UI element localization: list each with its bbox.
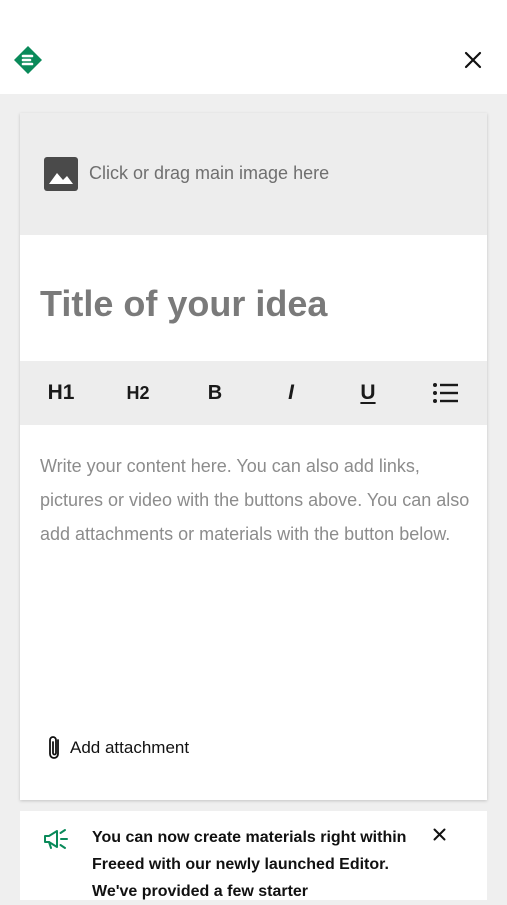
underline-button[interactable]: U (353, 361, 383, 425)
title-input[interactable]: Title of your idea (40, 283, 327, 325)
close-icon[interactable] (428, 823, 450, 845)
italic-button[interactable]: I (276, 361, 306, 425)
announcement-notice: You can now create materials right withi… (20, 811, 487, 900)
notice-text: You can now create materials right withi… (92, 829, 407, 900)
heading1-button[interactable]: H1 (40, 361, 82, 425)
image-icon (44, 157, 78, 191)
heading2-button[interactable]: H2 (118, 361, 158, 425)
image-drop-label: Click or drag main image here (89, 163, 330, 183)
megaphone-icon (42, 827, 70, 851)
top-bar (0, 0, 507, 94)
bold-button[interactable]: B (200, 361, 230, 425)
formatting-toolbar: H1 H2 B I U (20, 361, 487, 425)
bulleted-list-icon (433, 383, 458, 403)
paperclip-icon (49, 736, 59, 759)
close-icon[interactable] (459, 46, 487, 74)
bulleted-list-button[interactable] (428, 361, 462, 425)
add-attachment-button[interactable]: Add attachment (46, 733, 189, 763)
main-image-dropzone[interactable]: Click or drag main image here (20, 113, 487, 235)
freeed-logo-icon[interactable] (12, 44, 44, 76)
idea-editor-card: Click or drag main image here Title of y… (20, 113, 487, 800)
add-attachment-label: Add attachment (70, 738, 190, 757)
content-editor[interactable]: Write your content here. You can also ad… (40, 449, 470, 551)
